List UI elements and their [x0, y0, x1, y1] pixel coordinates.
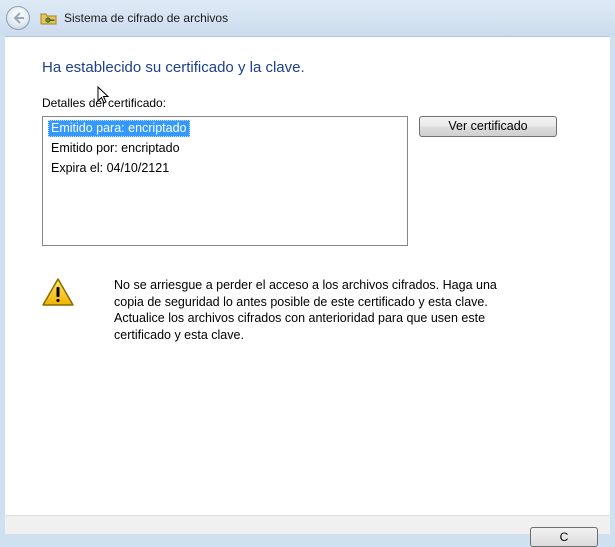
warning-line: No se arriesgue a perder el acceso a los… [114, 278, 497, 292]
view-certificate-button[interactable]: Ver certificado [419, 116, 557, 137]
back-arrow-icon [13, 12, 24, 24]
footer-button[interactable]: C [530, 527, 598, 547]
warning-line: copia de seguridad lo antes posible de e… [114, 294, 488, 309]
list-item[interactable]: Emitido para: encriptado [48, 120, 190, 137]
dialog-content: Ha establecido su certificado y la clave… [5, 36, 610, 516]
warning-line: certificado y esta clave. [114, 327, 244, 342]
list-item[interactable]: Expira el: 04/10/2121 [48, 160, 172, 177]
title-bar: Sistema de cifrado de archivos [0, 0, 615, 36]
warning-triangle-icon [42, 278, 74, 306]
folder-key-icon [40, 13, 57, 25]
list-item[interactable]: Emitido por: encriptado [48, 140, 183, 157]
window-title: Sistema de cifrado de archivos [64, 11, 229, 25]
dialog-footer: C [5, 515, 610, 547]
warning-message: No se arriesgue a perder el acceso a los… [114, 277, 544, 343]
back-button[interactable] [6, 6, 30, 30]
warning-line: Actualice los archivos cifrados con ante… [114, 311, 486, 325]
page-heading: Ha establecido su certificado y la clave… [42, 59, 305, 76]
certificate-details-list[interactable]: Emitido para: encriptado Emitido por: en… [42, 116, 408, 246]
mouse-cursor-icon [97, 86, 109, 104]
